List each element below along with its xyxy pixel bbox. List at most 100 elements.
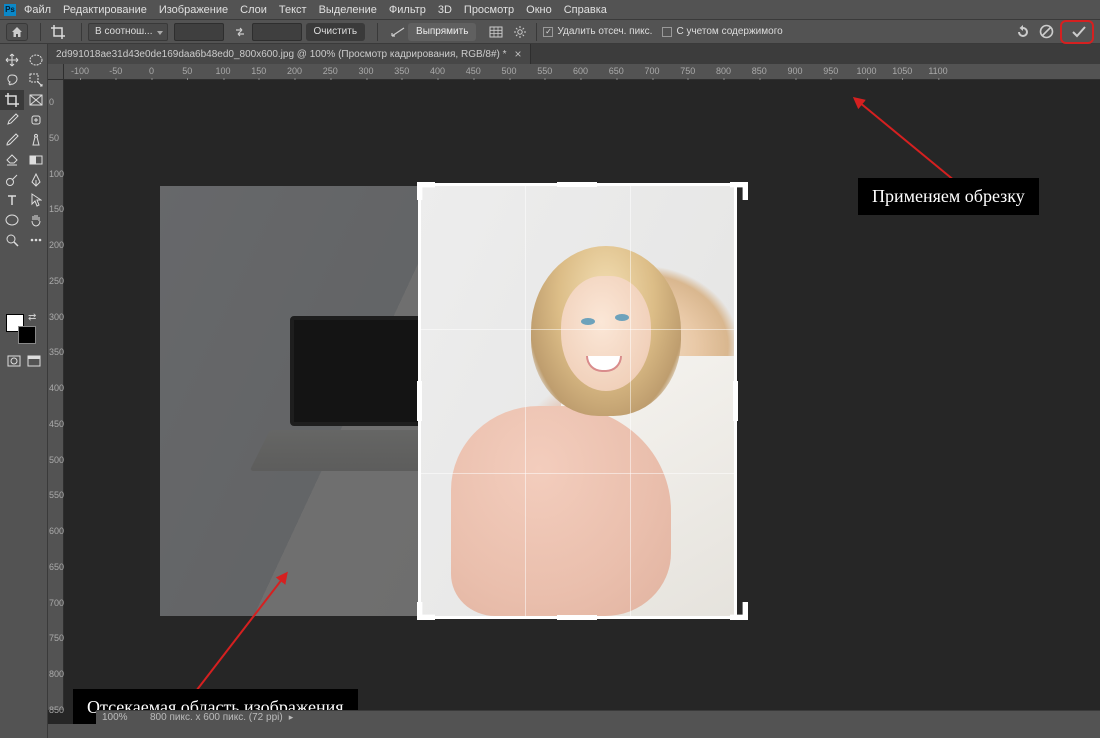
lasso-tool[interactable]	[0, 70, 24, 90]
menu-edit[interactable]: Редактирование	[63, 4, 147, 16]
delete-pixels-checkbox[interactable]: Удалить отсеч. пикс.	[543, 26, 652, 37]
menu-view[interactable]: Просмотр	[464, 4, 514, 16]
ruler-h-tick: 950	[823, 66, 838, 76]
move-tool[interactable]	[0, 50, 24, 70]
ruler-h-tick: 450	[466, 66, 481, 76]
canvas-area[interactable]: -100-50050100150200250300350400450500550…	[48, 64, 1100, 724]
info-chevron-icon[interactable]: ▸	[289, 712, 294, 723]
extra-tools-icon[interactable]	[24, 230, 48, 250]
ruler-v-tick: 300	[49, 312, 64, 322]
crop-grid-line	[421, 329, 734, 330]
options-bar: В соотнош... Очистить Выпрямить Удалить …	[0, 20, 1100, 44]
ruler-v-tick: 550	[49, 490, 64, 500]
healing-brush-tool[interactable]	[24, 110, 48, 130]
menu-3d[interactable]: 3D	[438, 4, 452, 16]
gradient-tool[interactable]	[24, 150, 48, 170]
ruler-h-tick: 200	[287, 66, 302, 76]
eraser-tool[interactable]	[0, 150, 24, 170]
eyedropper-tool[interactable]	[0, 110, 24, 130]
ruler-h-tick: 250	[323, 66, 338, 76]
zoom-field[interactable]: 100%	[102, 712, 142, 723]
clear-button[interactable]: Очистить	[306, 23, 366, 41]
text-tool[interactable]	[0, 190, 24, 210]
crop-aspect-select[interactable]: В соотнош...	[88, 23, 168, 41]
clone-stamp-tool[interactable]	[24, 130, 48, 150]
crop-handle-bottom[interactable]	[557, 615, 597, 620]
menu-file[interactable]: Файл	[24, 4, 51, 16]
divider	[377, 23, 378, 41]
hand-tool[interactable]	[24, 210, 48, 230]
quick-select-tool[interactable]	[24, 70, 48, 90]
quick-mask-icon[interactable]	[4, 352, 24, 370]
divider	[40, 23, 41, 41]
content-aware-checkbox[interactable]: С учетом содержимого	[662, 26, 782, 37]
ruler-h-tick: 50	[182, 66, 192, 76]
crop-tool[interactable]	[0, 90, 24, 110]
crop-handle-left[interactable]	[417, 381, 422, 421]
swap-colors-icon[interactable]: ⇄	[28, 312, 36, 323]
menu-help[interactable]: Справка	[564, 4, 607, 16]
cancel-crop-icon[interactable]	[1036, 23, 1056, 41]
ruler-h-tick: 1000	[856, 66, 876, 76]
checkbox-icon	[543, 27, 553, 37]
crop-handle-top[interactable]	[557, 182, 597, 187]
ellipse-marquee-tool[interactable]	[24, 50, 48, 70]
checkbox-icon	[662, 27, 672, 37]
frame-tool[interactable]	[24, 90, 48, 110]
ruler-v-tick: 0	[49, 97, 54, 107]
ruler-v-tick: 350	[49, 347, 64, 357]
document-tab-bar: 2d991018ae31d43e0de169daa6b48ed0_800x600…	[48, 44, 1100, 64]
ruler-h-tick: 750	[680, 66, 695, 76]
overlay-grid-icon[interactable]	[486, 23, 506, 41]
menu-select[interactable]: Выделение	[319, 4, 377, 16]
straighten-button[interactable]: Выпрямить	[408, 23, 476, 41]
ruler-corner	[48, 64, 64, 80]
ruler-h-tick: 900	[787, 66, 802, 76]
brush-tool[interactable]	[0, 130, 24, 150]
ruler-h-tick: 400	[430, 66, 445, 76]
ruler-v-tick: 100	[49, 169, 64, 179]
document-info: 800 пикс. x 600 пикс. (72 ppi)	[150, 712, 283, 723]
home-button[interactable]	[6, 23, 28, 41]
ruler-h-tick: 700	[644, 66, 659, 76]
menu-image[interactable]: Изображение	[159, 4, 228, 16]
zoom-tool[interactable]	[0, 230, 24, 250]
screen-mode-icon[interactable]	[24, 352, 44, 370]
ruler-v-tick: 150	[49, 204, 64, 214]
background-color-swatch[interactable]	[18, 326, 36, 344]
ruler-v-tick: 700	[49, 598, 64, 608]
pen-tool[interactable]	[24, 170, 48, 190]
commit-crop-icon[interactable]	[1069, 23, 1089, 41]
menu-text[interactable]: Текст	[279, 4, 307, 16]
ruler-h-tick: 300	[358, 66, 373, 76]
shape-tool[interactable]	[0, 210, 24, 230]
ruler-h-tick: 150	[251, 66, 266, 76]
straighten-icon[interactable]	[388, 23, 408, 41]
ruler-h-tick: 600	[573, 66, 588, 76]
menu-filter[interactable]: Фильтр	[389, 4, 426, 16]
crop-settings-gear-icon[interactable]	[510, 23, 530, 41]
crop-width-input[interactable]	[174, 23, 224, 41]
ruler-v-tick: 750	[49, 633, 64, 643]
document-tab[interactable]: 2d991018ae31d43e0de169daa6b48ed0_800x600…	[48, 44, 531, 64]
ruler-h-tick: 350	[394, 66, 409, 76]
ruler-vertical: 0501001502002503003504004505005506006507…	[48, 80, 64, 710]
ruler-h-tick: 850	[752, 66, 767, 76]
dodge-tool[interactable]	[0, 170, 24, 190]
crop-height-input[interactable]	[252, 23, 302, 41]
delete-pixels-label: Удалить отсеч. пикс.	[557, 26, 652, 37]
ruler-h-tick: 550	[537, 66, 552, 76]
ruler-v-tick: 400	[49, 383, 64, 393]
ruler-v-tick: 500	[49, 455, 64, 465]
swap-dimensions-icon[interactable]	[232, 24, 248, 40]
menu-layers[interactable]: Слои	[240, 4, 267, 16]
crop-handle-right[interactable]	[733, 381, 738, 421]
reset-crop-icon[interactable]	[1012, 23, 1032, 41]
path-select-tool[interactable]	[24, 190, 48, 210]
document-tab-title: 2d991018ae31d43e0de169daa6b48ed0_800x600…	[56, 49, 507, 60]
ruler-horizontal: -100-50050100150200250300350400450500550…	[64, 64, 1100, 80]
close-tab-icon[interactable]: ×	[515, 48, 522, 60]
crop-region[interactable]	[421, 186, 734, 616]
menu-window[interactable]: Окно	[526, 4, 552, 16]
crop-tool-icon[interactable]	[47, 23, 69, 41]
